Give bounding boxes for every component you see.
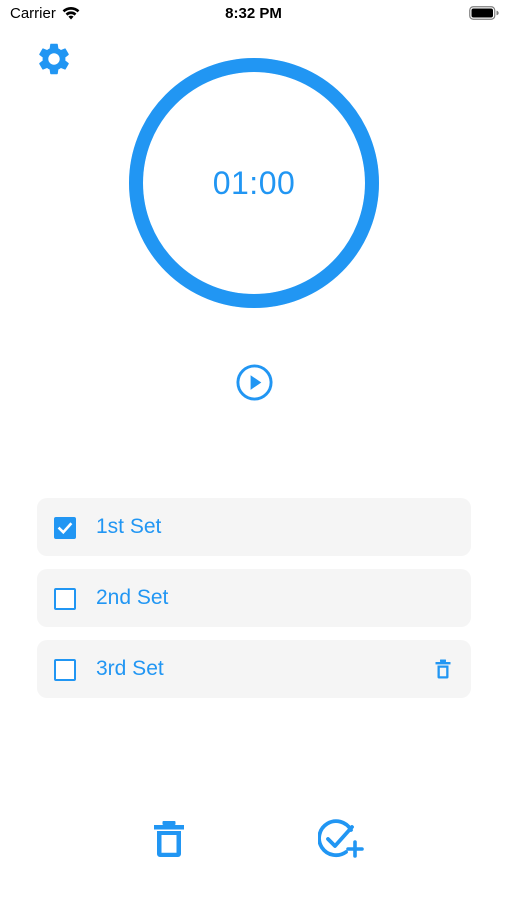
status-time: 8:32 PM [225, 5, 282, 22]
set-label-2: 2nd Set [96, 586, 169, 609]
set-item-2[interactable]: 2nd Set [37, 569, 471, 627]
set-checkbox-1[interactable] [54, 517, 76, 539]
delete-all-trash-icon[interactable] [152, 820, 186, 858]
play-circle-icon[interactable] [235, 363, 274, 402]
timer-display: 01:00 [212, 164, 296, 201]
set-checkbox-2[interactable] [54, 588, 76, 610]
add-set-check-plus-icon[interactable] [318, 818, 364, 860]
battery-icon [469, 6, 499, 20]
check-icon [57, 522, 73, 535]
set-item-3[interactable]: 3rd Set [37, 640, 471, 698]
set-item-1[interactable]: 1st Set [37, 498, 471, 556]
status-bar: Carrier 8:32 PM [0, 0, 507, 30]
set-label-3: 3rd Set [96, 657, 164, 680]
row-trash-icon[interactable] [435, 659, 451, 679]
settings-gear-icon[interactable] [35, 40, 73, 78]
set-checkbox-3[interactable] [54, 659, 76, 681]
set-label-1: 1st Set [96, 515, 162, 538]
set-list: 1st Set 2nd Set 3rd Set [37, 498, 471, 711]
